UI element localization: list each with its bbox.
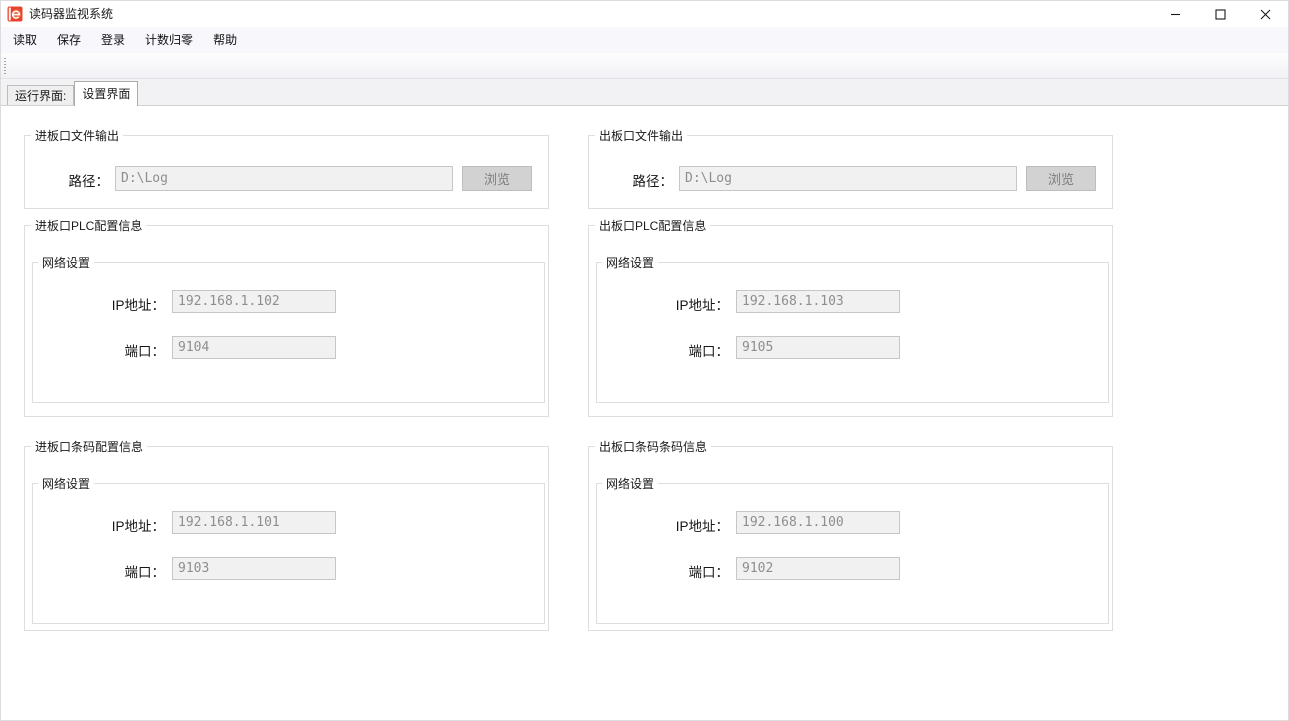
settings-tab-page: 进板口文件输出 路径： 浏览 出板口文件输出 路径： 浏览 进板口PLC配置信息… — [1, 106, 1288, 721]
ip-label: IP地址： — [65, 294, 165, 314]
outboard-plc-port-input[interactable] — [736, 336, 900, 359]
tab-bar: 运行界面: 设置界面 — [1, 79, 1288, 106]
groupbox-inboard-barcode-config: 进板口条码配置信息 网络设置 IP地址： 端口： — [24, 446, 549, 631]
groupbox-title: 网络设置 — [602, 254, 658, 271]
menu-item-login[interactable]: 登录 — [91, 27, 135, 53]
groupbox-network-settings: 网络设置 — [32, 262, 545, 403]
window-controls — [1153, 1, 1288, 27]
inboard-browse-button[interactable]: 浏览 — [462, 166, 532, 191]
close-icon — [1260, 9, 1271, 20]
groupbox-outboard-barcode-config: 出板口条码条码信息 网络设置 IP地址： 端口： — [588, 446, 1113, 631]
groupbox-title: 网络设置 — [602, 475, 658, 492]
inboard-plc-port-input[interactable] — [172, 336, 336, 359]
menu-item-save[interactable]: 保存 — [47, 27, 91, 53]
inboard-plc-ip-input[interactable] — [172, 290, 336, 313]
outboard-browse-button[interactable]: 浏览 — [1026, 166, 1096, 191]
groupbox-outboard-plc-config: 出板口PLC配置信息 网络设置 IP地址： 端口： — [588, 225, 1113, 417]
inboard-barcode-port-input[interactable] — [172, 557, 336, 580]
ip-label: IP地址： — [65, 515, 165, 535]
port-label: 端口： — [629, 340, 729, 360]
groupbox-network-settings: 网络设置 — [596, 262, 1109, 403]
app-logo-icon — [7, 6, 23, 22]
window-title: 读码器监视系统 — [29, 1, 113, 27]
toolstrip-grip-icon[interactable] — [4, 58, 6, 74]
path-label: 路径： — [45, 170, 109, 190]
outboard-barcode-ip-input[interactable] — [736, 511, 900, 534]
groupbox-title: 网络设置 — [38, 254, 94, 271]
port-label: 端口： — [629, 561, 729, 581]
tab-settings-interface[interactable]: 设置界面 — [74, 81, 138, 106]
tab-run-interface[interactable]: 运行界面: — [7, 85, 74, 105]
groupbox-inboard-plc-config: 进板口PLC配置信息 网络设置 IP地址： 端口： — [24, 225, 549, 417]
groupbox-title: 出板口条码条码信息 — [595, 438, 711, 455]
title-bar: 读码器监视系统 — [1, 1, 1288, 27]
app-window: 读码器监视系统 读取 保存 登录 计数归零 帮助 运行界面: 设置界面 — [0, 0, 1289, 721]
groupbox-network-settings: 网络设置 — [596, 483, 1109, 624]
groupbox-inboard-file-output: 进板口文件输出 路径： 浏览 — [24, 135, 549, 209]
groupbox-title: 进板口条码配置信息 — [31, 438, 147, 455]
menu-bar: 读取 保存 登录 计数归零 帮助 — [1, 27, 1288, 53]
groupbox-network-settings: 网络设置 — [32, 483, 545, 624]
outboard-path-input[interactable] — [679, 166, 1017, 191]
groupbox-title: 网络设置 — [38, 475, 94, 492]
groupbox-title: 出板口PLC配置信息 — [595, 217, 710, 234]
minimize-button[interactable] — [1153, 1, 1198, 27]
minimize-icon — [1170, 9, 1181, 20]
groupbox-title: 进板口PLC配置信息 — [31, 217, 146, 234]
maximize-button[interactable] — [1198, 1, 1243, 27]
port-label: 端口： — [65, 561, 165, 581]
outboard-barcode-port-input[interactable] — [736, 557, 900, 580]
menu-item-reset-count[interactable]: 计数归零 — [135, 27, 203, 53]
inboard-path-input[interactable] — [115, 166, 453, 191]
ip-label: IP地址： — [629, 294, 729, 314]
groupbox-title: 出板口文件输出 — [595, 127, 687, 144]
ip-label: IP地址： — [629, 515, 729, 535]
inboard-barcode-ip-input[interactable] — [172, 511, 336, 534]
menu-item-help[interactable]: 帮助 — [203, 27, 247, 53]
close-button[interactable] — [1243, 1, 1288, 27]
outboard-plc-ip-input[interactable] — [736, 290, 900, 313]
path-label: 路径： — [609, 170, 673, 190]
groupbox-outboard-file-output: 出板口文件输出 路径： 浏览 — [588, 135, 1113, 209]
menu-item-read[interactable]: 读取 — [3, 27, 47, 53]
groupbox-title: 进板口文件输出 — [31, 127, 123, 144]
port-label: 端口： — [65, 340, 165, 360]
maximize-icon — [1215, 9, 1226, 20]
tool-strip — [1, 53, 1288, 79]
